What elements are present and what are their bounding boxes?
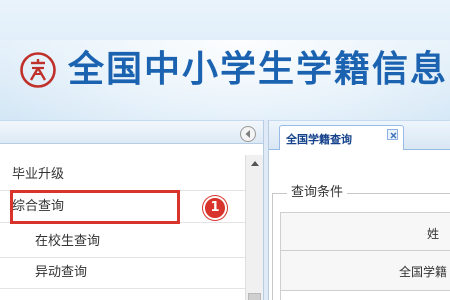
form-row-student-id: 全国学籍 bbox=[281, 251, 450, 291]
sidebar-scrollbar[interactable] bbox=[245, 155, 263, 300]
app-window: 全国中小学生学籍信息 毕业升级 综合查询 在校生查询 异动查询 1 全国学籍查询… bbox=[0, 0, 450, 300]
sidebar-item-graduation[interactable]: 毕业升级 bbox=[0, 160, 245, 191]
query-form-table: 姓 全国学籍 bbox=[280, 212, 450, 300]
site-title: 全国中小学生学籍信息 bbox=[68, 48, 449, 90]
sidebar-item-label: 在校生查询 bbox=[35, 234, 101, 249]
step-badge: 1 bbox=[203, 196, 227, 220]
collapse-left-icon bbox=[245, 130, 250, 138]
scroll-thumb[interactable] bbox=[248, 293, 261, 300]
fieldset-border-left bbox=[272, 193, 273, 300]
caret-up-icon bbox=[250, 161, 259, 166]
form-label: 全国学籍 bbox=[399, 265, 448, 279]
collapse-panel-button[interactable] bbox=[240, 126, 256, 142]
form-row-name: 姓 bbox=[281, 213, 450, 251]
highlight-box bbox=[10, 190, 180, 224]
sidebar-item-change-query[interactable]: 异动查询 bbox=[0, 258, 245, 289]
tab-national-status-query[interactable]: 全国学籍查询 bbox=[279, 125, 404, 150]
tab-close-button[interactable] bbox=[387, 129, 398, 140]
fieldset-legend: 查询条件 bbox=[287, 184, 348, 202]
tab-label: 全国学籍查询 bbox=[286, 133, 352, 146]
header-banner: 全国中小学生学籍信息 bbox=[0, 0, 450, 120]
logo-icon bbox=[20, 52, 56, 88]
form-label: 姓 bbox=[427, 227, 440, 241]
sidebar-item-label: 异动查询 bbox=[35, 265, 88, 280]
left-panel-header bbox=[0, 120, 263, 144]
sidebar-item-label: 毕业升级 bbox=[12, 167, 65, 182]
scroll-up-button[interactable] bbox=[246, 155, 263, 172]
close-icon bbox=[390, 132, 397, 139]
sidebar-item-enrolled-query[interactable]: 在校生查询 bbox=[0, 227, 245, 258]
